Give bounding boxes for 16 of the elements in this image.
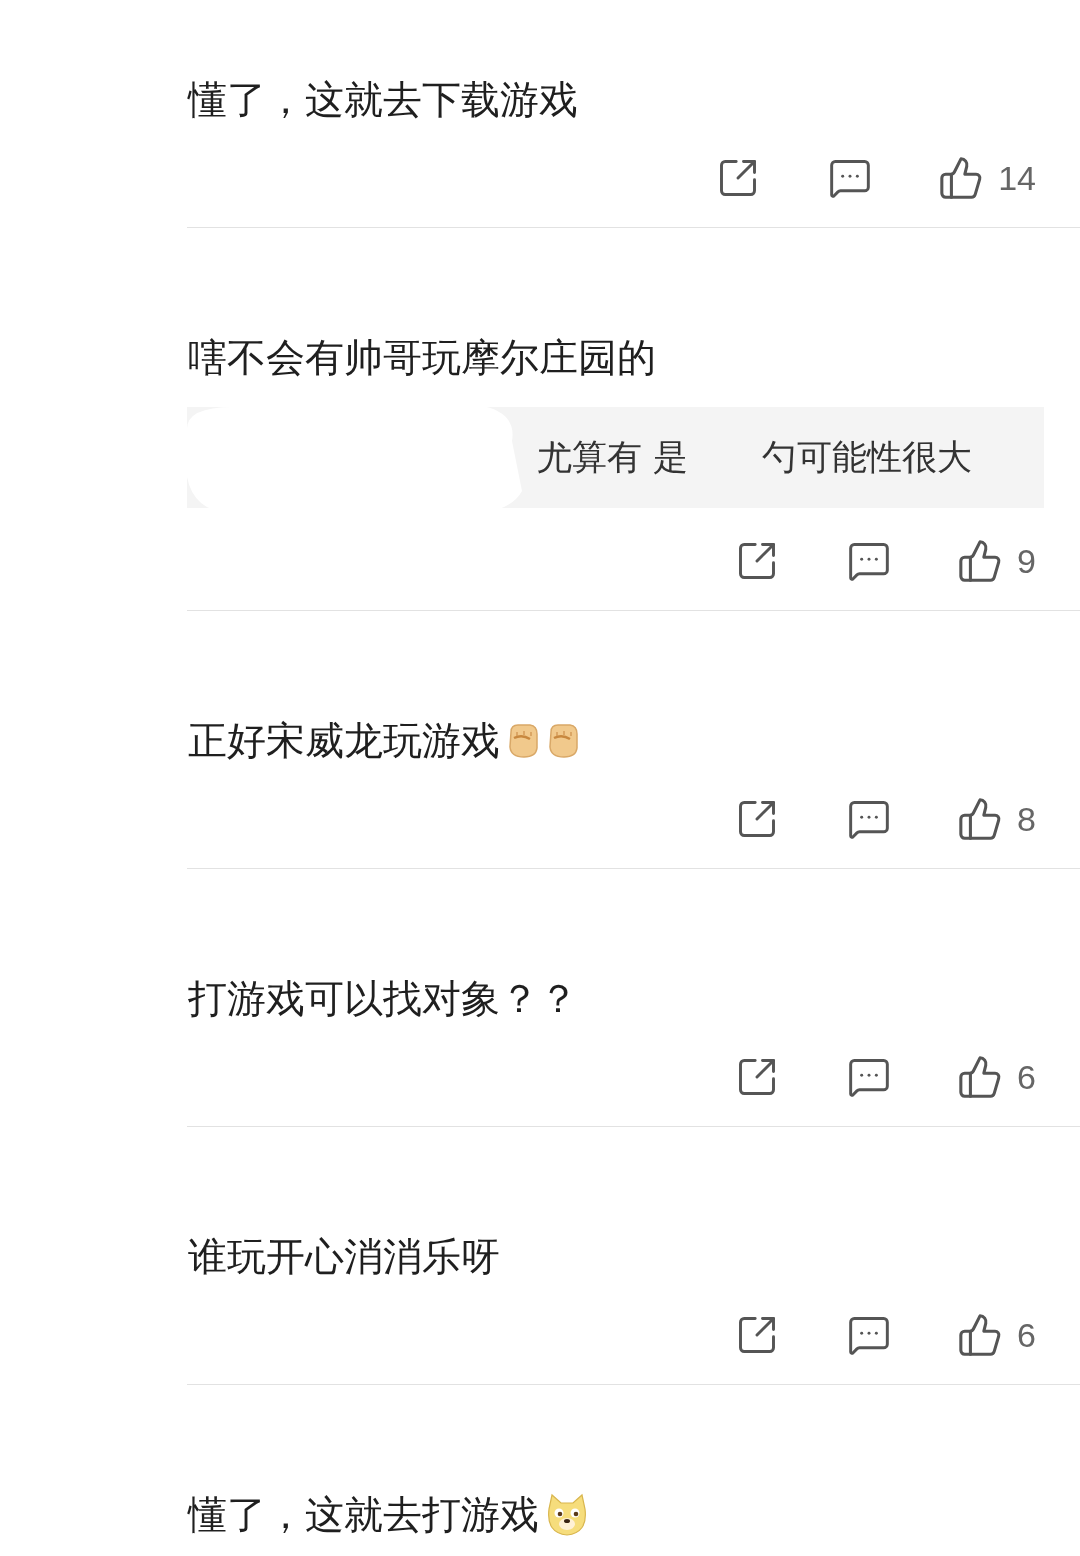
- fist-emoji-icon: [506, 722, 540, 760]
- like-button[interactable]: 6: [957, 1054, 1036, 1100]
- comment-text: 懂了，这就去下载游戏: [188, 76, 578, 124]
- like-button[interactable]: 6: [957, 1312, 1036, 1358]
- like-button[interactable]: 14: [938, 155, 1036, 201]
- comment-text: 懂了，这就去打游戏: [188, 1491, 539, 1539]
- comment-text: 打游戏可以找对象？？: [188, 975, 578, 1023]
- reply-text: 尤算有 是: [537, 436, 689, 479]
- reply-text: 勺可能性很大: [762, 436, 973, 479]
- like-button[interactable]: 8: [957, 796, 1036, 842]
- comment-text: 正好宋威龙玩游戏: [188, 717, 500, 765]
- dog-emoji-icon: [545, 1493, 589, 1537]
- fist-emoji-icon: [546, 722, 580, 760]
- like-button[interactable]: 9: [957, 538, 1036, 584]
- comment-text: 嗐不会有帅哥玩摩尔庄园的: [188, 334, 656, 382]
- comment-text: 谁玩开心消消乐呀: [188, 1233, 500, 1281]
